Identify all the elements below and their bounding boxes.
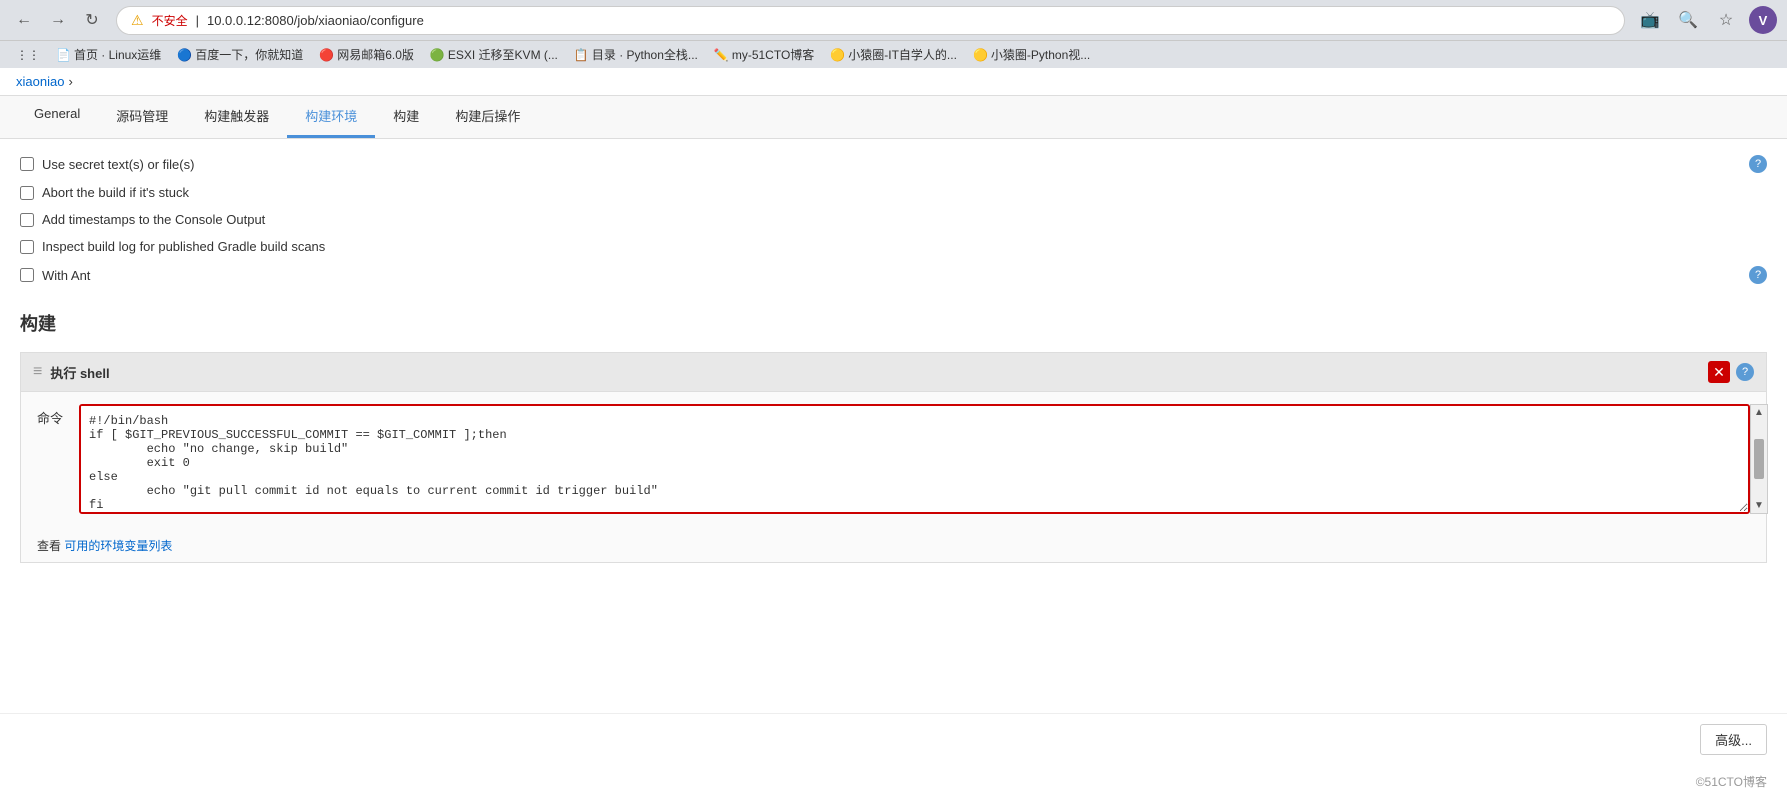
shell-panel: ≡ 执行 shell ✕ ? 命令 #!/bin/bash if [ $GIT_… (20, 352, 1767, 563)
tab-post-build[interactable]: 构建后操作 (437, 96, 538, 138)
checkbox-label-3: Inspect build log for published Gradle b… (42, 239, 325, 254)
checkbox-1[interactable] (20, 186, 34, 200)
bookmark-5[interactable]: ✏️ my-51CTO博客 (708, 44, 820, 65)
back-button[interactable]: ← (10, 6, 38, 34)
env-vars-prefix: 查看 (37, 539, 61, 553)
bookmark-icon-5: ✏️ (714, 48, 729, 62)
cast-button[interactable]: 📺 (1635, 5, 1665, 35)
env-vars-anchor[interactable]: 可用的环境变量列表 (64, 539, 172, 553)
build-section-title: 构建 (20, 310, 1767, 336)
scroll-up-icon[interactable]: ▲ (1754, 407, 1764, 418)
checkbox-4[interactable] (20, 268, 34, 282)
bookmark-3[interactable]: 🟢 ESXI 迁移至KVM (... (424, 44, 564, 65)
bookmark-icon-7: 🟡 (973, 48, 988, 62)
bookmark-4[interactable]: 📋 目录 · Python全栈... (568, 44, 704, 65)
shell-help-icon[interactable]: ? (1736, 363, 1754, 381)
delete-shell-button[interactable]: ✕ (1708, 361, 1730, 383)
breadcrumb-item-xiaoniao[interactable]: xiaoniao (16, 74, 64, 89)
drag-handle-icon[interactable]: ≡ (33, 363, 42, 381)
help-icon-4[interactable]: ? (1749, 266, 1767, 284)
empty-area (20, 573, 1767, 693)
bookmark-1[interactable]: 🔵 百度一下，你就知道 (171, 44, 309, 65)
page-footer: ©51CTO博客 (0, 765, 1787, 798)
checkbox-label-1: Abort the build if it's stuck (42, 185, 189, 200)
bookmark-label-7: 小猿圈-Python视... (991, 46, 1090, 63)
checkbox-3[interactable] (20, 240, 34, 254)
browser-window: ← → ↻ ⚠ 不安全 | 10.0.0.12:8080/job/xiaonia… (0, 0, 1787, 798)
user-avatar[interactable]: V (1749, 6, 1777, 34)
breadcrumb-separator: › (68, 74, 72, 89)
build-section: 构建 ≡ 执行 shell ✕ ? 命令 #!/bin/bash (0, 300, 1787, 713)
search-button[interactable]: 🔍 (1673, 5, 1703, 35)
bookmarks-bar: ⋮⋮ 📄 首页 · Linux运维 🔵 百度一下，你就知道 🔴 网易邮箱6.0版… (0, 40, 1787, 68)
nav-icons: ← → ↻ (10, 6, 106, 34)
command-label: 命令 (37, 404, 67, 427)
bookmark-icon-1: 🔵 (177, 48, 192, 62)
tab-build[interactable]: 构建 (375, 96, 437, 138)
help-icon-0[interactable]: ? (1749, 155, 1767, 173)
shell-panel-title: ≡ 执行 shell (33, 363, 110, 382)
reload-button[interactable]: ↻ (78, 6, 106, 34)
shell-panel-footer: 查看 可用的环境变量列表 (21, 529, 1766, 562)
tab-general[interactable]: General (16, 96, 98, 138)
breadcrumb: xiaoniao › (0, 68, 1787, 96)
checkbox-row-1: Abort the build if it's stuck (20, 179, 1767, 206)
tab-source[interactable]: 源码管理 (98, 96, 186, 138)
bookmark-icon-6: 🟡 (830, 48, 845, 62)
checkbox-2[interactable] (20, 213, 34, 227)
url-text: 10.0.0.12:8080/job/xiaoniao/configure (207, 13, 424, 28)
bookmark-6[interactable]: 🟡 小猿圈-IT自学人的... (824, 44, 963, 65)
copyright-text: ©51CTO博客 (1696, 775, 1767, 789)
shell-panel-header: ≡ 执行 shell ✕ ? (21, 353, 1766, 392)
checkbox-label-2: Add timestamps to the Console Output (42, 212, 265, 227)
bookmark-2[interactable]: 🔴 网易邮箱6.0版 (313, 44, 420, 65)
browser-toolbar: 📺 🔍 ☆ V (1635, 5, 1777, 35)
bookmark-icon-4: 📋 (574, 48, 589, 62)
bookmark-apps[interactable]: ⋮⋮ (10, 46, 46, 64)
tab-trigger[interactable]: 构建触发器 (186, 96, 287, 138)
scrollbar[interactable]: ▲ ▼ (1750, 404, 1768, 514)
advanced-button[interactable]: 高级... (1700, 724, 1767, 755)
checkbox-row-3: Inspect build log for published Gradle b… (20, 233, 1767, 260)
tab-build-env[interactable]: 构建环境 (287, 96, 375, 138)
options-section: Use secret text(s) or file(s) ? Abort th… (0, 139, 1787, 300)
command-input-wrapper: #!/bin/bash if [ $GIT_PREVIOUS_SUCCESSFU… (79, 404, 1750, 517)
bookmark-label-4: 目录 · Python全栈... (592, 46, 698, 63)
shell-panel-body: 命令 #!/bin/bash if [ $GIT_PREVIOUS_SUCCES… (21, 392, 1766, 529)
bookmark-label-1: 百度一下，你就知道 (195, 46, 303, 63)
checkbox-row-0: Use secret text(s) or file(s) ? (20, 149, 1767, 179)
bookmark-icon-0: 📄 (56, 48, 71, 62)
bookmark-label-0: 首页 · Linux运维 (74, 46, 161, 63)
bookmark-label-6: 小猿圈-IT自学人的... (848, 46, 957, 63)
bookmark-label-3: ESXI 迁移至KVM (... (448, 46, 558, 63)
scroll-thumb[interactable] (1754, 439, 1764, 479)
bookmark-7[interactable]: 🟡 小猿圈-Python视... (967, 44, 1096, 65)
command-textarea[interactable]: #!/bin/bash if [ $GIT_PREVIOUS_SUCCESSFU… (79, 404, 1750, 514)
bookmark-icon-3: 🟢 (430, 48, 445, 62)
insecure-label: 不安全 (152, 12, 188, 29)
bookmark-label-5: my-51CTO博客 (732, 46, 814, 63)
url-separator: | (196, 13, 199, 28)
checkbox-label-0: Use secret text(s) or file(s) (42, 157, 194, 172)
checkbox-row-2: Add timestamps to the Console Output (20, 206, 1767, 233)
checkbox-row-4: With Ant ? (20, 260, 1767, 290)
forward-button[interactable]: → (44, 6, 72, 34)
env-vars-link: 查看 可用的环境变量列表 (37, 537, 1750, 554)
shell-panel-title-text: 执行 shell (50, 363, 109, 382)
tab-bar: General 源码管理 构建触发器 构建环境 构建 构建后操作 (0, 96, 1787, 139)
bookmark-0[interactable]: 📄 首页 · Linux运维 (50, 44, 167, 65)
browser-titlebar: ← → ↻ ⚠ 不安全 | 10.0.0.12:8080/job/xiaonia… (0, 0, 1787, 40)
bookmark-icon-2: 🔴 (319, 48, 334, 62)
address-bar[interactable]: ⚠ 不安全 | 10.0.0.12:8080/job/xiaoniao/conf… (116, 6, 1625, 35)
warning-icon: ⚠ (131, 12, 144, 29)
bookmark-button[interactable]: ☆ (1711, 5, 1741, 35)
scroll-down-icon[interactable]: ▼ (1754, 500, 1764, 511)
checkbox-0[interactable] (20, 157, 34, 171)
bottom-actions: 高级... (0, 713, 1787, 765)
checkbox-label-4: With Ant (42, 268, 90, 283)
apps-icon: ⋮⋮ (16, 48, 40, 62)
bookmark-label-2: 网易邮箱6.0版 (337, 46, 414, 63)
